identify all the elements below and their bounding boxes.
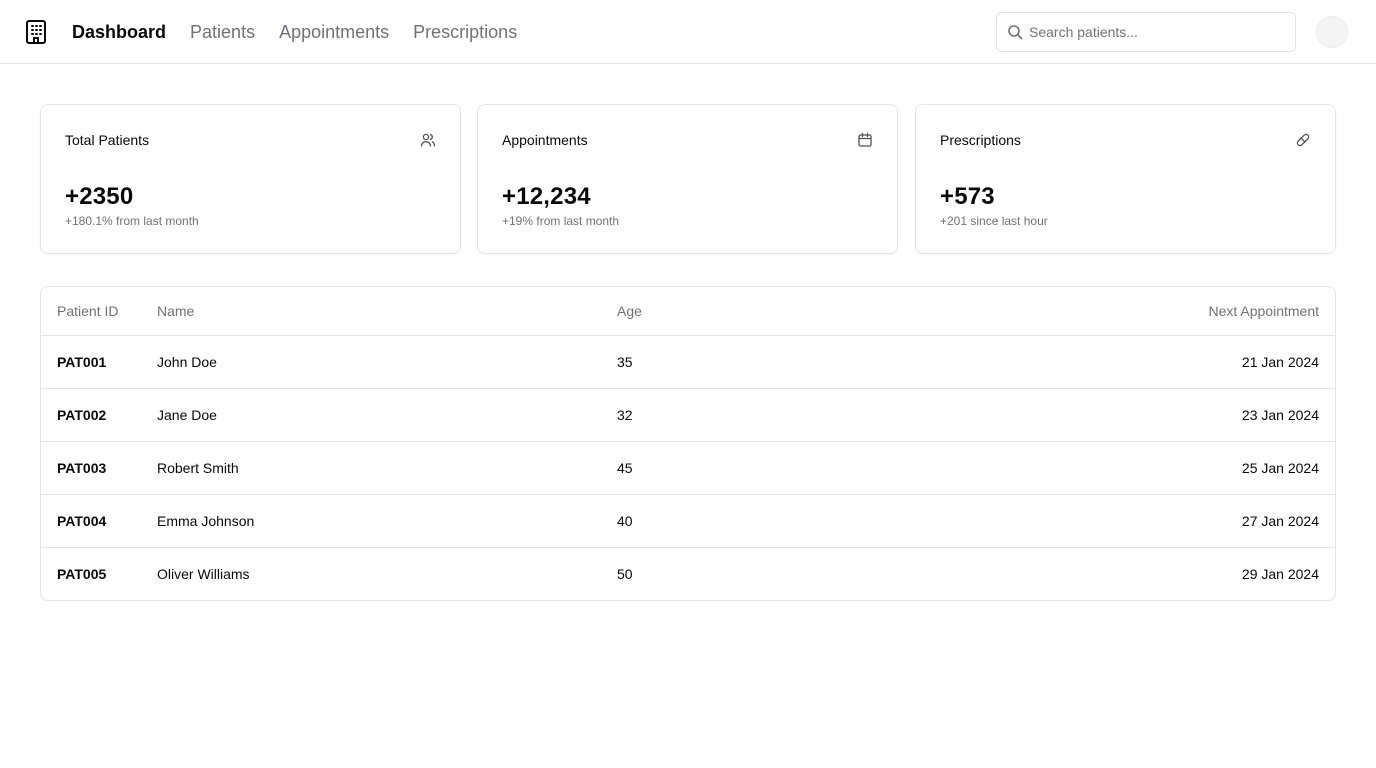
column-header-patient-id[interactable]: Patient ID	[41, 287, 141, 336]
user-avatar[interactable]	[1316, 16, 1348, 48]
table-row[interactable]: PAT003 Robert Smith 45 25 Jan 2024	[41, 441, 1335, 495]
stat-card-total-patients: Total Patients +2350 +180.1% from last m…	[40, 104, 461, 254]
patient-name-cell: Jane Doe	[141, 388, 601, 442]
hospital-building-icon[interactable]	[25, 20, 47, 44]
patient-age-cell: 40	[601, 494, 841, 548]
table-row[interactable]: PAT005 Oliver Williams 50 29 Jan 2024	[41, 547, 1335, 600]
stat-card-value: +573	[940, 183, 995, 210]
table-row[interactable]: PAT001 John Doe 35 21 Jan 2024	[41, 335, 1335, 389]
table-row[interactable]: PAT002 Jane Doe 32 23 Jan 2024	[41, 388, 1335, 442]
patients-table: Patient ID Name Age Next Appointment PAT…	[40, 286, 1336, 601]
stat-card-delta: +19% from last month	[502, 214, 620, 228]
stat-card-title: Total Patients	[65, 132, 150, 148]
stat-card-value: +12,234	[502, 183, 591, 210]
column-header-name[interactable]: Name	[141, 287, 601, 336]
stat-card-appointments: Appointments +12,234 +19% from last mont…	[477, 104, 898, 254]
patient-age-cell: 45	[601, 441, 841, 495]
column-header-age[interactable]: Age	[601, 287, 841, 336]
next-appointment-cell: 23 Jan 2024	[841, 388, 1335, 442]
search-box	[996, 12, 1296, 52]
search-input[interactable]	[1029, 13, 1289, 51]
patient-id-cell: PAT004	[41, 494, 141, 548]
next-appointment-cell: 25 Jan 2024	[841, 441, 1335, 495]
search-icon	[1007, 24, 1023, 40]
patient-id-cell: PAT005	[57, 565, 107, 582]
nav-appointments[interactable]: Appointments	[279, 23, 389, 41]
patient-age-cell: 35	[601, 335, 841, 389]
patient-name-cell: Oliver Williams	[157, 565, 250, 582]
next-appointment-cell: 27 Jan 2024	[841, 494, 1335, 548]
patient-id-cell: PAT003	[41, 441, 141, 495]
column-header-next-appointment[interactable]: Next Appointment	[841, 287, 1335, 336]
patient-age-cell: 32	[601, 388, 841, 442]
patient-id-cell: PAT001	[41, 335, 141, 389]
stat-card-title: Prescriptions	[940, 132, 1021, 148]
stat-card-value: +2350	[65, 183, 134, 210]
stat-card-delta: +201 since last hour	[940, 214, 1048, 228]
nav-prescriptions[interactable]: Prescriptions	[413, 23, 517, 41]
patient-name-cell: John Doe	[141, 335, 601, 389]
patient-age-cell: 50	[617, 565, 633, 582]
nav-patients[interactable]: Patients	[190, 23, 255, 41]
next-appointment-cell: 21 Jan 2024	[841, 335, 1335, 389]
next-appointment-cell: 29 Jan 2024	[1241, 565, 1319, 582]
pill-icon	[1295, 132, 1311, 148]
table-header-row: Patient ID Name Age Next Appointment	[41, 287, 1335, 336]
stat-card-title: Appointments	[502, 132, 588, 148]
nav-dashboard[interactable]: Dashboard	[72, 23, 166, 41]
stat-card-prescriptions: Prescriptions +573 +201 since last hour	[915, 104, 1336, 254]
patient-name-cell: Robert Smith	[141, 441, 601, 495]
top-navigation-bar: Dashboard Patients Appointments Prescrip…	[0, 0, 1376, 64]
patient-name-cell: Emma Johnson	[141, 494, 601, 548]
calendar-icon	[857, 132, 873, 148]
users-icon	[420, 132, 436, 148]
stat-card-delta: +180.1% from last month	[65, 214, 199, 228]
table-row[interactable]: PAT004 Emma Johnson 40 27 Jan 2024	[41, 494, 1335, 548]
main-nav: Dashboard Patients Appointments Prescrip…	[72, 0, 517, 64]
patient-id-cell: PAT002	[41, 388, 141, 442]
